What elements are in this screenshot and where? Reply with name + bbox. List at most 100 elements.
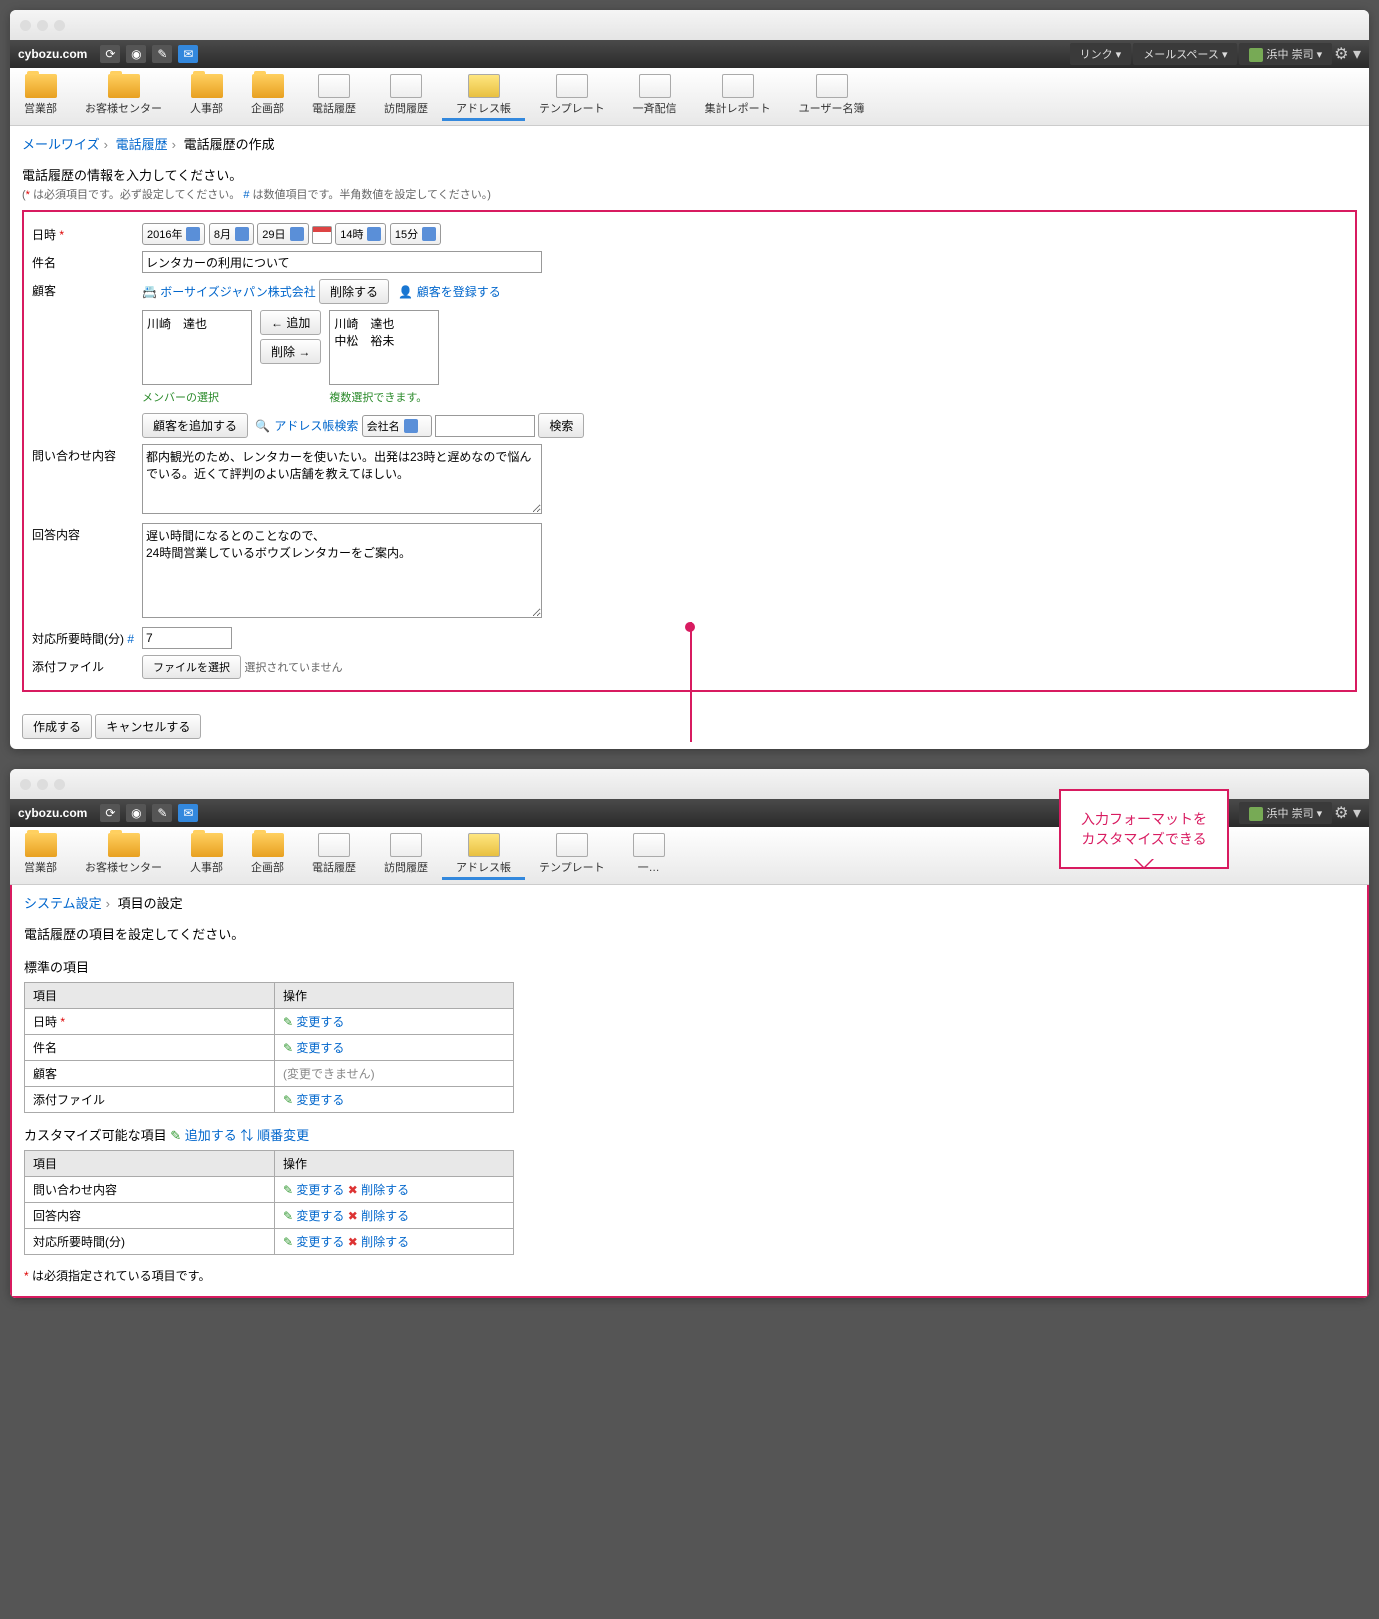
remove-member-button[interactable]: 削除 → — [260, 339, 321, 364]
mail-icon[interactable]: ✉ — [178, 45, 198, 63]
tb-phone[interactable]: 電話履歴 — [298, 831, 370, 880]
company-link[interactable]: ボーサイズジャパン株式会社 — [160, 285, 315, 299]
tb-visit[interactable]: 訪問履歴 — [370, 831, 442, 880]
mailspace-dropdown[interactable]: メールスペース ▾ — [1133, 43, 1237, 65]
section-title: カスタマイズ可能な項目 ✎ 追加する ⇅ 順番変更 — [24, 1125, 1355, 1144]
answer-textarea[interactable]: 遅い時間になるとのことなので、 24時間営業しているボウズレンタカーをご案内。 — [142, 523, 542, 618]
tb-template[interactable]: テンプレート — [525, 72, 619, 121]
delete-company-button[interactable]: 削除する — [319, 279, 389, 304]
brand[interactable]: cybozu.com — [18, 806, 87, 820]
tb-template[interactable]: テンプレート — [525, 831, 619, 880]
add-customer-button[interactable]: 顧客を追加する — [142, 413, 248, 438]
tb-label: 電話履歴 — [312, 100, 356, 116]
tb-label: お客様センター — [85, 100, 162, 116]
instruction: 電話履歴の情報を入力してください。 — [22, 165, 1357, 184]
reload-icon[interactable]: ⟳ — [100, 804, 120, 822]
search-type-select[interactable]: 会社名 — [362, 415, 432, 437]
folder-icon — [252, 833, 284, 857]
tb-visit[interactable]: 訪問履歴 — [370, 72, 442, 121]
address-book-icon — [468, 74, 500, 98]
tb-label: ユーザー名簿 — [799, 100, 865, 116]
reorder-link[interactable]: 順番変更 — [257, 1128, 309, 1143]
calendar-icon[interactable] — [312, 226, 332, 244]
tb-address[interactable]: アドレス帳 — [442, 831, 525, 880]
change-link[interactable]: 変更する — [296, 1041, 344, 1055]
year-select[interactable]: 2016年 — [142, 223, 205, 245]
tb-support[interactable]: お客様センター — [71, 72, 176, 121]
inquiry-textarea[interactable]: 都内観光のため、レンタカーを使いたい。出発は23時と遅めなので悩んでいる。近くて… — [142, 444, 542, 514]
bc-link[interactable]: メールワイズ — [22, 137, 100, 152]
tb-label: 訪問履歴 — [384, 859, 428, 875]
month-select[interactable]: 8月 — [209, 223, 254, 245]
delete-link[interactable]: 削除する — [361, 1235, 409, 1249]
gear-icon[interactable]: ⚙ ▾ — [1334, 803, 1361, 823]
mail-icon[interactable]: ✉ — [178, 804, 198, 822]
subject-input[interactable] — [142, 251, 542, 273]
search-button[interactable]: 検索 — [538, 413, 584, 438]
label-subject: 件名 — [32, 251, 142, 271]
choose-file-button[interactable]: ファイルを選択 — [142, 655, 241, 679]
delete-link[interactable]: 削除する — [361, 1209, 409, 1223]
change-link[interactable]: 変更する — [296, 1015, 344, 1029]
add-item-link[interactable]: 追加する — [185, 1128, 237, 1143]
delete-link[interactable]: 削除する — [361, 1183, 409, 1197]
list-item[interactable]: 中松 裕未 — [334, 332, 434, 349]
tb-planning[interactable]: 企画部 — [237, 831, 298, 880]
register-customer-link[interactable]: 顧客を登録する — [417, 285, 501, 299]
change-link[interactable]: 変更する — [296, 1235, 344, 1249]
user-menu[interactable]: 浜中 崇司 ▾ — [1239, 43, 1332, 65]
folder-icon — [108, 74, 140, 98]
pencil-icon: ✎ — [283, 1041, 293, 1055]
bc-link[interactable]: システム設定 — [24, 896, 102, 911]
broadcast-icon — [639, 74, 671, 98]
gear-icon[interactable]: ⚙ ▾ — [1334, 44, 1361, 64]
tb-phone[interactable]: 電話履歴 — [298, 72, 370, 121]
bc-link[interactable]: 電話履歴 — [116, 137, 168, 152]
tb-label: 訪問履歴 — [384, 100, 428, 116]
all-members-list[interactable]: 川崎 達也 中松 裕未 — [329, 310, 439, 385]
tb-userlist[interactable]: ユーザー名簿 — [785, 72, 879, 121]
tb-address[interactable]: アドレス帳 — [442, 72, 525, 121]
tb-sales[interactable]: 営業部 — [10, 72, 71, 121]
duration-input[interactable] — [142, 627, 232, 649]
tb-broadcast[interactable]: 一斉配信 — [619, 72, 691, 121]
day-select[interactable]: 29日 — [257, 223, 308, 245]
hour-select[interactable]: 14時 — [335, 223, 386, 245]
tb-support[interactable]: お客様センター — [71, 831, 176, 880]
cancel-button[interactable]: キャンセルする — [95, 714, 201, 739]
table-row: 顧客(変更できません) — [25, 1061, 514, 1087]
brush-icon[interactable]: ✎ — [152, 45, 172, 63]
delete-icon: ✖ — [348, 1235, 358, 1249]
list-item[interactable]: 川崎 達也 — [147, 315, 247, 332]
create-button[interactable]: 作成する — [22, 714, 92, 739]
tb-hr[interactable]: 人事部 — [176, 831, 237, 880]
settings-icon[interactable]: ◉ — [126, 45, 146, 63]
user-menu[interactable]: 浜中 崇司 ▾ — [1239, 802, 1332, 824]
reload-icon[interactable]: ⟳ — [100, 45, 120, 63]
tb-label: 人事部 — [190, 859, 223, 875]
minute-select[interactable]: 15分 — [390, 223, 441, 245]
link-dropdown[interactable]: リンク ▾ — [1070, 43, 1132, 65]
col-header: 項目 — [25, 983, 275, 1009]
tb-broadcast[interactable]: 一… — [619, 831, 679, 880]
tb-label: 営業部 — [24, 859, 57, 875]
delete-icon: ✖ — [348, 1183, 358, 1197]
tb-report[interactable]: 集計レポート — [691, 72, 785, 121]
brush-icon[interactable]: ✎ — [152, 804, 172, 822]
change-link[interactable]: 変更する — [296, 1093, 344, 1107]
search-input[interactable] — [435, 415, 535, 437]
add-member-button[interactable]: ← 追加 — [260, 310, 321, 335]
tb-hr[interactable]: 人事部 — [176, 72, 237, 121]
table-row: 件名✎ 変更する — [25, 1035, 514, 1061]
change-link[interactable]: 変更する — [296, 1209, 344, 1223]
tb-planning[interactable]: 企画部 — [237, 72, 298, 121]
selected-members-list[interactable]: 川崎 達也 — [142, 310, 252, 385]
broadcast-icon — [633, 833, 665, 857]
change-link[interactable]: 変更する — [296, 1183, 344, 1197]
tb-sales[interactable]: 営業部 — [10, 831, 71, 880]
user-icon — [1249, 807, 1263, 821]
brand[interactable]: cybozu.com — [18, 47, 87, 61]
list-item[interactable]: 川崎 達也 — [334, 315, 434, 332]
settings-icon[interactable]: ◉ — [126, 804, 146, 822]
member-note: メンバーの選択 — [142, 389, 252, 405]
